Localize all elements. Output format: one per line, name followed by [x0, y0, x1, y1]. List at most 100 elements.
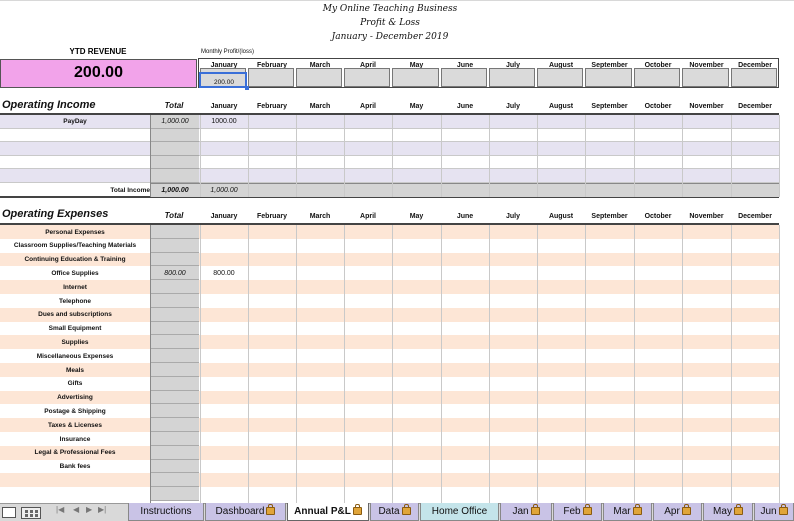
- expense-row-label: Meals: [65, 366, 85, 374]
- sheet-tab-jan[interactable]: Jan: [500, 503, 552, 521]
- expense-header-month-november: November: [689, 213, 724, 220]
- income-row-label: PayDay: [63, 118, 87, 125]
- first-sheet-icon[interactable]: |◀: [56, 505, 64, 514]
- column-gridline: [392, 225, 393, 503]
- lock-icon: [401, 504, 411, 515]
- normal-view-icon[interactable]: [2, 507, 16, 518]
- expense-row-label: Taxes & Licenses: [47, 421, 103, 429]
- expense-total-cell: [151, 376, 199, 391]
- sheet-tab-home-office[interactable]: Home Office: [420, 503, 499, 521]
- monthly-profit-cell[interactable]: [441, 68, 487, 87]
- expense-total-cell: [151, 335, 199, 350]
- sheet-tab-dashboard[interactable]: Dashboard: [205, 503, 286, 521]
- income-header-month-may: May: [409, 103, 424, 110]
- lock-icon: [352, 504, 362, 515]
- ytd-revenue-label: YTD REVENUE: [69, 47, 127, 56]
- monthly-profit-cell[interactable]: [634, 68, 680, 87]
- income-row[interactable]: [0, 169, 779, 183]
- income-row[interactable]: [0, 142, 779, 156]
- income-total-header: Total: [164, 101, 184, 110]
- income-header-month-august: August: [548, 103, 574, 110]
- expense-row-label: Continuing Education & Training: [24, 256, 126, 264]
- monthly-profit-cell[interactable]: [585, 68, 632, 87]
- monthly-profit-cell[interactable]: [537, 68, 583, 87]
- income-row[interactable]: [0, 155, 779, 169]
- expense-row-label: Dues and subscriptions: [38, 311, 112, 319]
- expense-header-month-august: August: [548, 213, 574, 220]
- column-gridline: [779, 115, 780, 197]
- sheet-tab-may[interactable]: May: [703, 503, 753, 521]
- prev-sheet-icon[interactable]: ◀: [73, 505, 79, 514]
- income-header-month-july: July: [505, 103, 520, 110]
- expense-row[interactable]: [0, 487, 779, 501]
- column-gridline: [585, 225, 586, 503]
- expense-row-label: Insurance: [59, 435, 91, 443]
- expense-row-label: Legal & Professional Fees: [34, 449, 116, 457]
- expense-total-cell: [151, 390, 199, 405]
- expense-total-cell: [151, 349, 199, 363]
- column-gridline: [537, 225, 538, 503]
- income-total-divider: [150, 115, 151, 197]
- expense-header-month-september: September: [591, 213, 628, 220]
- income-row-total: 1,000.00: [161, 118, 189, 125]
- income-header-month-september: September: [591, 103, 628, 110]
- sheet-tab-data[interactable]: Data: [370, 503, 419, 521]
- sheet-tab-apr[interactable]: Apr: [653, 503, 702, 521]
- column-gridline: [296, 115, 297, 197]
- column-gridline: [248, 225, 249, 503]
- monthly-profit-cell[interactable]: [248, 68, 294, 87]
- lock-icon: [530, 504, 540, 515]
- monthly-profit-cell[interactable]: [731, 68, 777, 87]
- operating-expenses-title: Operating Expenses: [2, 208, 109, 220]
- sheet-tab-instructions[interactable]: Instructions: [128, 503, 204, 521]
- report-period: January - December 2019: [331, 32, 449, 42]
- monthly-profit-cell[interactable]: [296, 68, 342, 87]
- column-gridline: [731, 225, 732, 503]
- monthly-profit-cell[interactable]: [344, 68, 390, 87]
- fill-handle[interactable]: [245, 86, 249, 90]
- sheet-tab-mar[interactable]: Mar: [603, 503, 652, 521]
- column-gridline: [296, 225, 297, 503]
- expense-row-label: Supplies: [61, 338, 89, 346]
- income-row[interactable]: [0, 128, 779, 142]
- column-gridline: [200, 225, 201, 503]
- last-sheet-icon[interactable]: ▶|: [98, 505, 106, 514]
- sheet-tab-feb[interactable]: Feb: [553, 503, 602, 521]
- income-header-month-february: February: [257, 103, 287, 110]
- sheet-tab-jun[interactable]: Jun: [754, 503, 794, 521]
- sheet-tab-label: Dashboard: [215, 506, 265, 517]
- expense-row-label: Bank fees: [59, 463, 91, 471]
- expense-row-label: Telephone: [58, 297, 92, 305]
- expense-total-cell: [151, 307, 199, 322]
- expense-row[interactable]: [0, 473, 779, 488]
- expense-total-divider: [150, 225, 151, 503]
- income-row-january[interactable]: 1000.00: [200, 118, 248, 125]
- sheet-tab-annual-p-l[interactable]: Annual P&L: [287, 503, 369, 521]
- income-header-month-december: December: [738, 103, 772, 110]
- next-sheet-icon[interactable]: ▶: [86, 505, 92, 514]
- monthly-profit-cell[interactable]: [682, 68, 729, 87]
- total-income-label: Total Income: [110, 187, 150, 194]
- expense-total-cell: [151, 432, 199, 446]
- expense-total-cell: [151, 418, 199, 432]
- income-total-cell: [151, 155, 199, 169]
- expense-row-label: Personal Expenses: [45, 228, 105, 236]
- expense-row-january[interactable]: 800.00: [200, 270, 248, 277]
- spreadsheet-area[interactable]: My Online Teaching Business Profit & Los…: [0, 0, 794, 503]
- expense-total-cell: [151, 321, 199, 336]
- expense-row-label: Advertising: [57, 394, 93, 402]
- total-income-value: 1,000.00: [161, 187, 189, 194]
- column-gridline: [248, 115, 249, 197]
- monthly-profit-cell[interactable]: [489, 68, 535, 87]
- expense-header-month-june: June: [456, 213, 474, 220]
- income-total-cell: [151, 142, 199, 156]
- expense-total-cell: [151, 445, 199, 460]
- expense-row-label: Small Equipment: [48, 325, 102, 333]
- column-gridline: [441, 115, 442, 197]
- expense-row-label: Postage & Shipping: [44, 407, 106, 415]
- page-layout-icon[interactable]: [21, 507, 41, 519]
- sheet-tab-label: Jun: [760, 506, 777, 517]
- lock-icon: [266, 504, 276, 515]
- expense-header-month-april: April: [360, 213, 376, 220]
- monthly-profit-cell[interactable]: [392, 68, 439, 87]
